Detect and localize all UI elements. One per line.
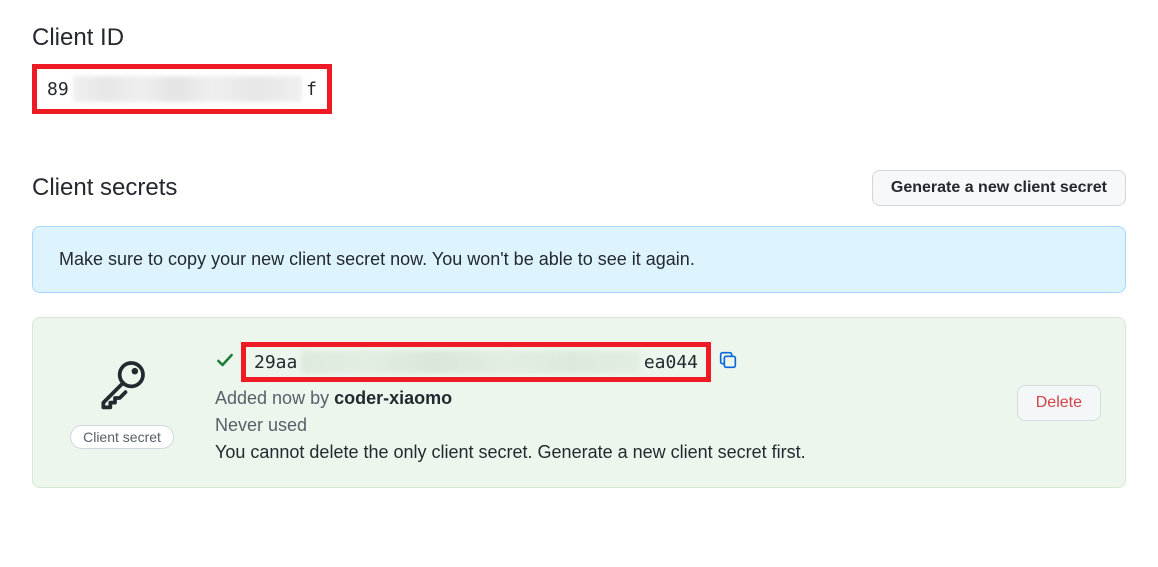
secret-added-line: Added now by coder-xiaomo — [215, 388, 989, 409]
generate-secret-button[interactable]: Generate a new client secret — [872, 170, 1126, 206]
client-id-value: 89 f — [47, 73, 317, 105]
client-id-redacted — [73, 76, 302, 102]
secret-value-highlight: 29aa ea044 — [241, 342, 711, 382]
client-id-heading: Client ID — [32, 24, 1126, 52]
secret-value-row: 29aa ea044 — [215, 342, 989, 382]
client-id-prefix: 89 — [47, 79, 69, 100]
copy-secret-info-banner: Make sure to copy your new client secret… — [32, 226, 1126, 293]
client-secret-card: Client secret 29aa ea044 Added now b — [32, 317, 1126, 488]
client-id-highlight: 89 f — [32, 64, 332, 114]
secret-value-prefix: 29aa — [254, 352, 297, 373]
client-secret-badge: Client secret — [70, 425, 174, 449]
secret-status: Never used — [215, 415, 989, 436]
client-secrets-header: Client secrets Generate a new client sec… — [32, 170, 1126, 206]
secret-delete-hint: You cannot delete the only client secret… — [215, 442, 989, 463]
secret-value-redacted — [301, 351, 639, 373]
secret-left-column: Client secret — [57, 356, 187, 449]
secret-actions: Delete — [1017, 385, 1101, 421]
copy-icon[interactable] — [717, 349, 739, 376]
key-icon — [94, 356, 150, 417]
client-id-suffix: f — [306, 79, 317, 100]
client-secrets-heading: Client secrets — [32, 174, 177, 202]
secret-added-by: coder-xiaomo — [334, 388, 452, 408]
secret-body: 29aa ea044 Added now by coder-xiaomo Nev… — [215, 342, 989, 463]
secret-added-prefix: Added now by — [215, 388, 334, 408]
check-icon — [215, 350, 235, 375]
secret-value-suffix: ea044 — [644, 352, 698, 373]
delete-secret-button[interactable]: Delete — [1017, 385, 1101, 421]
